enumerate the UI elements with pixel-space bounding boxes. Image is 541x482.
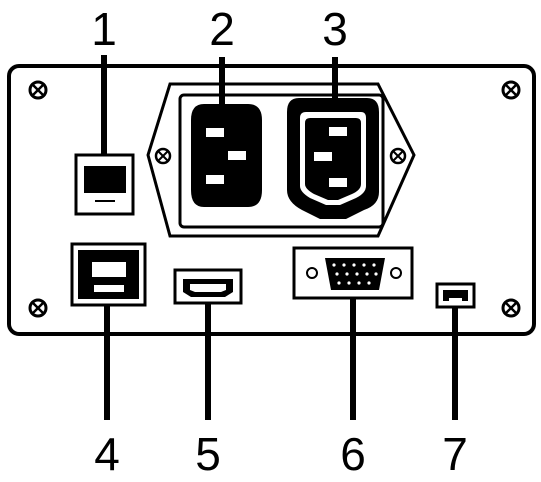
screw-bottom-left-icon <box>28 298 48 318</box>
callout-2: 2 <box>209 3 235 55</box>
modular-jack-large-icon <box>70 242 147 307</box>
callout-6: 6 <box>340 428 366 480</box>
screw-top-left-icon <box>28 80 48 100</box>
screw-top-right-icon <box>501 80 521 100</box>
callout-3: 3 <box>322 3 348 55</box>
power-inlet-icon <box>191 104 262 207</box>
screw-bottom-right-icon <box>501 298 521 318</box>
rear-panel-diagram: 1 2 3 4 5 6 7 <box>7 3 536 480</box>
d-sub-connector-icon <box>292 246 414 300</box>
hdmi-port-icon <box>173 268 243 305</box>
flange-screw-right-icon <box>389 147 407 165</box>
callout-7: 7 <box>442 428 468 480</box>
callout-4: 4 <box>94 428 120 480</box>
callout-1: 1 <box>91 3 117 55</box>
callout-5: 5 <box>195 428 221 480</box>
power-outlet-icon <box>287 98 379 219</box>
flange-screw-left-icon <box>154 147 172 165</box>
usb-b-port-icon <box>435 282 476 309</box>
modular-jack-small-icon <box>74 153 135 216</box>
